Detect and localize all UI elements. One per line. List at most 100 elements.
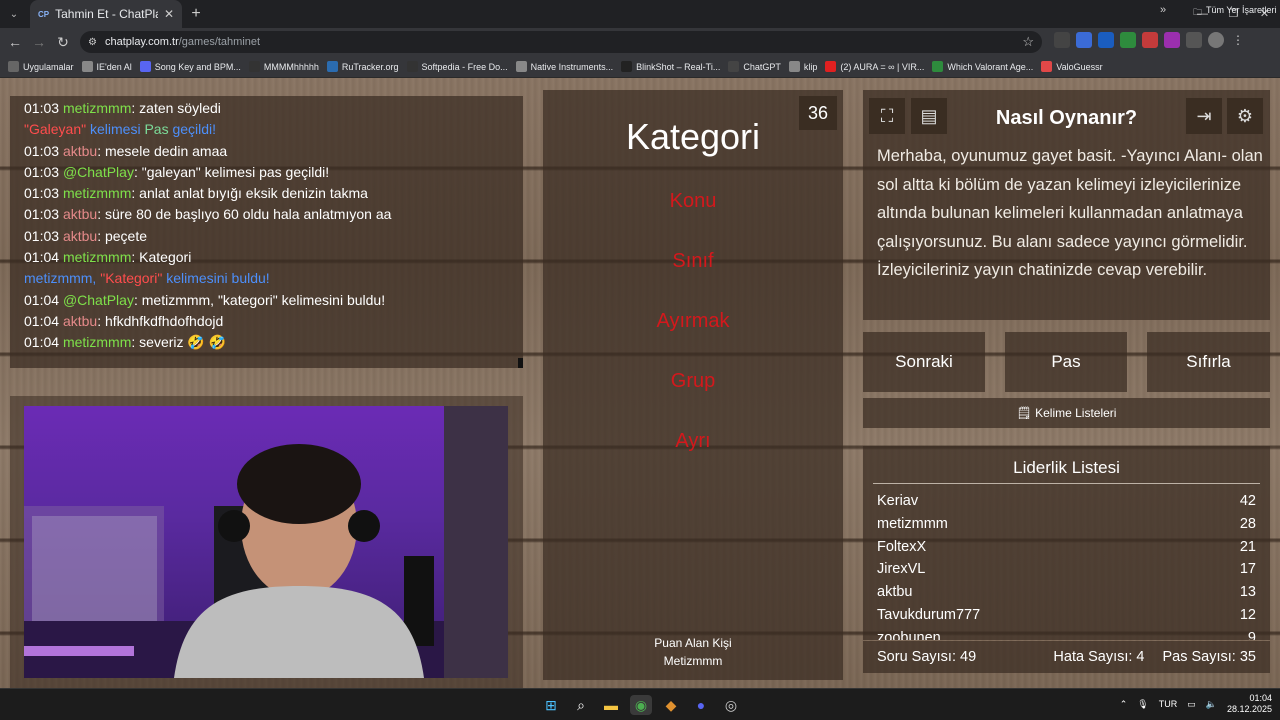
exit-icon[interactable]: ⇥	[1186, 98, 1222, 134]
word-lists-button[interactable]: 🗒 Kelime Listeleri	[863, 398, 1270, 428]
forbidden-word: Ayırmak	[656, 310, 730, 332]
network-icon[interactable]: ▭	[1187, 699, 1196, 710]
chat-username[interactable]: @ChatPlay	[63, 292, 134, 308]
pass-button[interactable]: Pas	[1005, 332, 1127, 392]
bookmark-item[interactable]: Uygulamalar	[8, 61, 74, 72]
bookmark-item[interactable]: MMMMhhhhh	[248, 61, 319, 72]
system-message-part: metizmmm,	[24, 270, 101, 287]
chat-text: severiz 🤣 🤣	[139, 334, 227, 351]
forbidden-word: Grup	[670, 370, 716, 392]
bookmark-label: klip	[803, 61, 818, 72]
chat-text: zaten söyledi	[139, 100, 221, 116]
bookmark-label: (2) AURA = ∞ | VIR...	[840, 61, 925, 72]
player-name: Keriav	[877, 493, 919, 509]
microphone-icon[interactable]: 🎙	[1137, 699, 1148, 710]
clock-date: 28.12.2025	[1226, 704, 1272, 714]
bookmark-item[interactable]: ValoGuessr	[1041, 61, 1103, 72]
chatplay-favicon-icon: CP	[38, 9, 50, 19]
bookmark-item[interactable]: Native Instruments...	[515, 61, 613, 72]
app-icon[interactable]: ◆	[660, 695, 682, 715]
leaderboard-row: Keriav 42	[863, 490, 1270, 513]
address-bar[interactable]: ⚙ chatplay.com.tr/games/tahminet ☆	[80, 31, 1042, 53]
clock[interactable]: 01:04 28.12.2025	[1227, 693, 1272, 715]
new-tab-icon[interactable]: +	[182, 5, 210, 23]
settings-gear-icon[interactable]: ⚙	[1227, 98, 1263, 134]
download-icon[interactable]	[1120, 32, 1136, 48]
bookmark-item[interactable]: Song Key and BPM...	[139, 61, 241, 72]
player-score: 28	[1239, 515, 1256, 532]
bookmark-label: ChatGPT	[743, 61, 781, 72]
tab-active[interactable]: CP Tahmin Et - ChatPlay ✕	[30, 0, 182, 28]
chat-scrollbar[interactable]	[518, 358, 523, 368]
chat-username[interactable]: aktbu	[63, 206, 97, 222]
search-icon[interactable]: ⌕	[570, 695, 592, 715]
player-score: 17	[1239, 561, 1256, 578]
file-explorer-icon[interactable]: ▬	[600, 695, 622, 715]
all-bookmarks[interactable]: 🗀 Tüm Yer İşaretleri	[1193, 5, 1277, 21]
bookmark-item[interactable]: RuTracker.org	[326, 61, 399, 72]
extension-icon[interactable]	[1164, 32, 1180, 48]
chat-time: 01:04	[24, 291, 60, 308]
discord-icon[interactable]: ●	[690, 695, 712, 715]
chrome-icon[interactable]: ◉	[630, 695, 652, 715]
tab-search-icon[interactable]: ⌄	[0, 9, 28, 20]
bookmark-item[interactable]: (2) AURA = ∞ | VIR...	[825, 61, 924, 72]
player-name: FoltexX	[877, 538, 927, 555]
extensions-area: ⋮	[1054, 32, 1246, 48]
tray-chevron-icon[interactable]: ⌃	[1120, 699, 1128, 710]
player-score: 12	[1239, 606, 1256, 623]
chat-username[interactable]: aktbu	[63, 143, 97, 159]
chat-username[interactable]: @ChatPlay	[63, 164, 134, 180]
bookmark-item[interactable]: BlinkShot – Real-Ti...	[621, 61, 720, 72]
bookmark-item[interactable]: ChatGPT	[728, 61, 781, 72]
menu-dots-icon[interactable]: ⋮	[1230, 32, 1246, 48]
chat-username[interactable]: aktbu	[63, 313, 97, 329]
volume-icon[interactable]: 🔈	[1206, 699, 1217, 710]
site-info-icon[interactable]: ⚙	[88, 37, 97, 48]
chat-username[interactable]: aktbu	[63, 228, 97, 244]
translate-icon[interactable]	[1076, 32, 1092, 48]
word-panel: 36 Kategori Konu Sınıf Ayırmak Grup Ayrı Pua…	[543, 90, 843, 680]
chat-username[interactable]: metizmmm	[63, 249, 131, 265]
bookmark-label: Uygulamalar	[23, 61, 74, 72]
next-button[interactable]: Sonraki	[863, 332, 985, 392]
chat-username[interactable]: metizmmm	[63, 100, 131, 116]
hls-icon[interactable]	[1142, 32, 1158, 48]
player-name: zoobunen	[877, 629, 941, 640]
extension-icon[interactable]	[1098, 32, 1114, 48]
bookmark-item[interactable]: Softpedia - Free Do...	[406, 61, 508, 72]
bookmark-label: IE'den Al	[96, 61, 132, 72]
chat-message: 01:04 metizmmm: severiz 🤣 🤣	[24, 334, 227, 351]
bookmark-star-icon[interactable]: ☆	[1022, 34, 1034, 50]
forbidden-word: Sınıf	[672, 250, 714, 272]
folder-icon	[81, 61, 93, 72]
taskbar: ⊞ ⌕ ▬ ◉ ◆ ● ◎ ⌃ 🎙 TUR ▭ 🔈 01:04 28.12.20…	[0, 688, 1280, 720]
language-indicator[interactable]: TUR	[1159, 699, 1178, 709]
reset-button[interactable]: Sıfırla	[1147, 332, 1270, 392]
chat-time: 01:04	[24, 334, 60, 351]
bookmark-label: BlinkShot – Real-Ti...	[636, 61, 721, 72]
profile-avatar[interactable]	[1208, 32, 1224, 48]
puzzle-icon[interactable]	[1186, 32, 1202, 48]
player-name: aktbu	[877, 584, 913, 601]
steam-icon[interactable]: ◎	[720, 695, 742, 715]
error-count: Hata Sayısı: 4	[1053, 649, 1145, 665]
bookmark-item[interactable]: Which Valorant Age...	[932, 61, 1033, 72]
leaderboard-title: Liderlik Listesi	[873, 458, 1260, 484]
close-tab-icon[interactable]: ✕	[164, 7, 174, 21]
chat-username[interactable]: metizmmm	[63, 334, 131, 350]
chat-panel: 01:03 metizmmm: zaten söyledi "Galeyan" k…	[10, 96, 523, 368]
bookmark-item[interactable]: IE'den Al	[81, 61, 132, 72]
bookmark-item[interactable]: klip	[788, 61, 818, 72]
bookmarks-overflow-icon[interactable]: »	[1160, 4, 1166, 16]
chat-username[interactable]: metizmmm	[63, 185, 131, 201]
player-name: metizmmm	[877, 515, 948, 532]
reload-icon[interactable]: ↻	[51, 34, 75, 51]
chat-text: anlat anlat bıyığı eksik denizin takma	[139, 185, 368, 202]
extension-icon[interactable]	[1054, 32, 1070, 48]
forward-icon[interactable]: →	[27, 34, 51, 50]
back-icon[interactable]: ←	[3, 34, 27, 50]
main-word: Kategori	[625, 116, 761, 157]
windows-start-icon[interactable]: ⊞	[540, 695, 562, 715]
toolbar: ← → ↻ ⚙ chatplay.com.tr/games/tahminet ☆…	[0, 28, 1280, 56]
